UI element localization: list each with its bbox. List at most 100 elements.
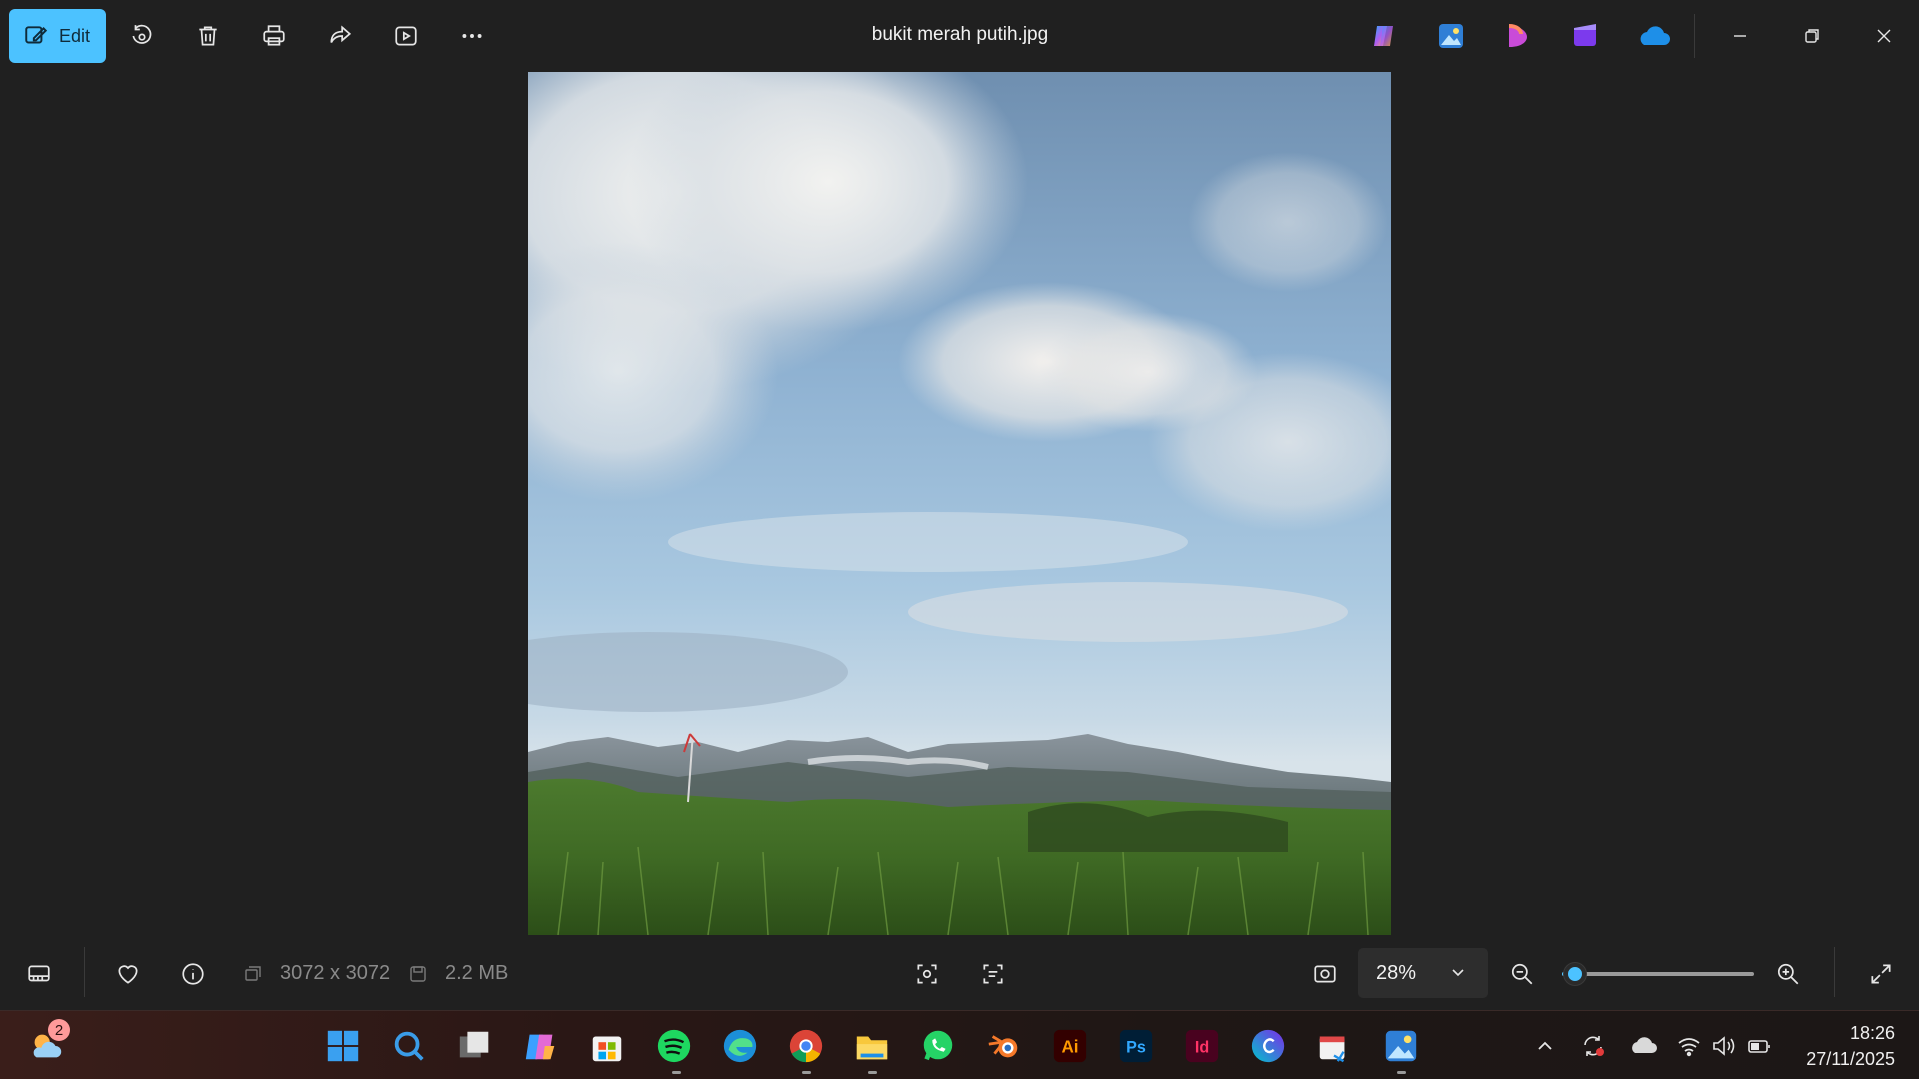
- image-dimensions: 3072 x 3072: [280, 962, 391, 984]
- share-button[interactable]: [320, 16, 360, 56]
- illustrator-icon: Ai: [1053, 1029, 1087, 1063]
- snipping-tool-button[interactable]: [1314, 1026, 1354, 1066]
- heart-icon: [118, 965, 138, 984]
- microsoft-store-button[interactable]: [587, 1026, 627, 1066]
- copilot-icon[interactable]: [1369, 21, 1399, 51]
- edge-button[interactable]: [720, 1026, 760, 1066]
- favorite-button[interactable]: [106, 952, 150, 996]
- chrome-button[interactable]: [786, 1026, 826, 1066]
- chevron-up-icon[interactable]: [1532, 1033, 1558, 1059]
- share-icon: [330, 25, 352, 43]
- clock-time[interactable]: 18:26: [1850, 1023, 1895, 1044]
- windows-logo-icon: [327, 1030, 359, 1062]
- slideshow-icon: [395, 26, 417, 46]
- running-indicator: [672, 1071, 681, 1074]
- scan-text-icon: [983, 964, 1003, 984]
- rotate-button[interactable]: [122, 16, 162, 56]
- photoshop-icon: Ps: [1119, 1029, 1153, 1063]
- clock-date[interactable]: 27/11/2025: [1806, 1049, 1895, 1070]
- folder-icon: [856, 1036, 888, 1060]
- zoom-value: 28%: [1376, 961, 1417, 984]
- photo-viewer-image[interactable]: [528, 72, 1391, 935]
- zoom-out-icon: [1511, 963, 1533, 985]
- search-icon: [394, 1031, 424, 1061]
- edit-label: Edit: [59, 25, 91, 46]
- filmstrip-button[interactable]: [17, 952, 61, 996]
- file-explorer-button[interactable]: [852, 1026, 892, 1066]
- actual-size-button[interactable]: [1303, 952, 1347, 996]
- title-bar: Edit bukit merah putih.jpg: [0, 0, 1919, 71]
- designer-icon[interactable]: [1503, 21, 1533, 51]
- photos-taskbar-button[interactable]: [1381, 1026, 1421, 1066]
- task-view-button[interactable]: [455, 1026, 495, 1066]
- zoom-dropdown[interactable]: 28%: [1358, 948, 1488, 998]
- running-indicator: [868, 1071, 877, 1074]
- zoom-in-button[interactable]: [1766, 952, 1810, 996]
- close-button[interactable]: [1864, 16, 1904, 56]
- svg-text:Ai: Ai: [1061, 1038, 1078, 1057]
- toolbar-divider: [1834, 947, 1835, 997]
- search-button[interactable]: [389, 1026, 429, 1066]
- spotify-icon: [657, 1029, 691, 1063]
- volume-icon[interactable]: [1710, 1033, 1736, 1059]
- minimize-icon: [1734, 35, 1746, 37]
- blender-icon: [988, 1035, 1018, 1058]
- zoom-slider-track[interactable]: [1562, 972, 1754, 976]
- indesign-button[interactable]: Id: [1182, 1026, 1222, 1066]
- expand-icon: [1871, 964, 1891, 984]
- illustrator-button[interactable]: Ai: [1050, 1026, 1090, 1066]
- store-icon: [592, 1036, 622, 1062]
- file-size: 2.2 MB: [445, 962, 509, 984]
- whatsapp-button[interactable]: [918, 1026, 958, 1066]
- delete-icon: [199, 26, 217, 46]
- svg-text:Id: Id: [1195, 1039, 1209, 1057]
- photoshop-button[interactable]: Ps: [1116, 1026, 1156, 1066]
- start-button[interactable]: [323, 1026, 363, 1066]
- slideshow-button[interactable]: [386, 16, 426, 56]
- file-info-button[interactable]: [171, 952, 215, 996]
- edit-icon: [25, 26, 48, 44]
- filmstrip-icon: [28, 965, 50, 982]
- fullscreen-button[interactable]: [1859, 952, 1903, 996]
- more-icon: [462, 34, 482, 38]
- indesign-icon: Id: [1185, 1029, 1219, 1063]
- clipchamp-icon[interactable]: [1570, 21, 1600, 51]
- delete-button[interactable]: [188, 16, 228, 56]
- print-icon: [263, 25, 285, 46]
- edge-icon: [723, 1029, 757, 1063]
- print-button[interactable]: [254, 16, 294, 56]
- canva-button[interactable]: [1248, 1026, 1288, 1066]
- landscape-photo: [528, 72, 1391, 935]
- canva-icon: [1251, 1029, 1285, 1063]
- titlebar-divider: [1694, 14, 1695, 58]
- svg-text:Ps: Ps: [1126, 1039, 1146, 1057]
- onedrive-tray-icon[interactable]: [1628, 1033, 1658, 1059]
- copilot-taskbar-button[interactable]: [521, 1026, 561, 1066]
- more-options-button[interactable]: [452, 16, 492, 56]
- bottom-toolbar: 3072 x 3072 2.2 MB 28%: [0, 937, 1919, 1010]
- onedrive-icon[interactable]: [1636, 21, 1670, 51]
- running-indicator: [1397, 1071, 1406, 1074]
- battery-icon[interactable]: [1746, 1033, 1772, 1059]
- restore-button[interactable]: [1792, 16, 1832, 56]
- scan-text-button[interactable]: [971, 952, 1015, 996]
- zoom-out-button[interactable]: [1500, 952, 1544, 996]
- actual-size-icon: [1314, 965, 1336, 983]
- chrome-icon: [789, 1029, 823, 1063]
- rotate-icon: [132, 24, 152, 44]
- dimensions-icon: [245, 966, 261, 981]
- blender-button[interactable]: [984, 1026, 1024, 1066]
- photos-icon[interactable]: [1436, 21, 1466, 51]
- wifi-icon[interactable]: [1676, 1033, 1702, 1059]
- minimize-button[interactable]: [1720, 16, 1760, 56]
- edit-button[interactable]: Edit: [9, 9, 106, 63]
- sync-icon[interactable]: [1580, 1033, 1606, 1059]
- spotify-button[interactable]: [654, 1026, 694, 1066]
- zoom-slider-thumb[interactable]: [1564, 963, 1587, 985]
- notification-badge: 2: [48, 1019, 70, 1041]
- info-icon: [182, 963, 204, 985]
- close-icon: [1877, 29, 1891, 43]
- whatsapp-icon: [923, 1030, 953, 1061]
- visual-search-button[interactable]: [905, 952, 949, 996]
- photos-icon: [1385, 1030, 1417, 1062]
